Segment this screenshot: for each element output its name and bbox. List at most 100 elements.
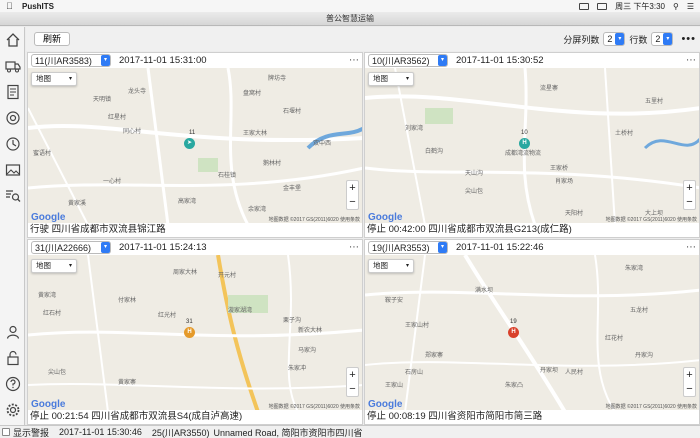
user-icon[interactable] — [4, 323, 21, 340]
map-type-select[interactable]: 地图 ▾ — [368, 259, 414, 273]
map-copyright[interactable]: 地图数据 ©2017 GS(2011)6020 使用条款 — [606, 403, 697, 410]
marker-number: 11 — [189, 130, 196, 136]
vehicle-select[interactable]: 19(川AR3553) ▾ — [368, 241, 448, 254]
chevron-down-icon: ▾ — [68, 76, 72, 82]
split-columns-select[interactable]: 2 ▾ — [603, 32, 626, 46]
map-type-select[interactable]: 地图 ▾ — [31, 72, 77, 86]
map-label: 红花村 — [605, 336, 624, 342]
truck-icon[interactable] — [4, 57, 21, 74]
map-label: 王家桥 — [550, 166, 569, 172]
map-type-select[interactable]: 地图 ▾ — [368, 72, 414, 86]
map-label: 付家林 — [118, 298, 137, 304]
zoom-out-button[interactable]: − — [684, 195, 695, 209]
map-label: 天山沟 — [465, 171, 484, 177]
menu-list-icon[interactable]: ☰ — [687, 2, 694, 11]
vehicle-marker-icon[interactable]: H — [508, 327, 519, 338]
chevron-down-icon: ▾ — [68, 263, 72, 269]
panel-status: 停止 00:21:54 四川省成都市双流县S4(成自泸高速) — [28, 410, 362, 424]
map-label: 栗子沟 — [283, 318, 302, 324]
map-label: 石堰村 — [283, 109, 302, 115]
vehicle-marker-icon[interactable]: H — [519, 138, 530, 149]
map-roads — [365, 68, 699, 225]
menubar-clock[interactable]: 周三 下午3:30 — [615, 1, 665, 12]
map-type-label: 地图 — [373, 74, 388, 83]
report-icon[interactable] — [4, 83, 21, 100]
map-label: 龙头寺 — [128, 89, 147, 95]
map-label: 刘家湾 — [405, 126, 424, 132]
map-panel-3: 31(川A22666) ▾ 2017-11-01 15:24:13 ⋯ 地图 ▾ 周… — [27, 239, 363, 425]
help-icon[interactable] — [4, 375, 21, 392]
map-copyright[interactable]: 地图数据 ©2017 GS(2011)6020 使用条款 — [269, 216, 360, 223]
image-icon[interactable] — [4, 161, 21, 178]
marker-number: 31 — [186, 319, 193, 325]
clock-icon[interactable] — [4, 135, 21, 152]
map-label: 人民村 — [565, 370, 584, 376]
map-type-label: 地图 — [36, 74, 51, 83]
lock-icon[interactable] — [4, 349, 21, 366]
refresh-button[interactable]: 刷新 — [34, 32, 71, 46]
map-panel-4: 19(川AR3553) ▾ 2017-11-01 15:22:46 ⋯ 地图 ▾ 朱… — [364, 239, 700, 425]
map-label: 鞍子安 — [385, 298, 404, 304]
rows-value: 2 — [655, 34, 661, 44]
split-columns-value: 2 — [607, 34, 613, 44]
zoom-in-button[interactable]: + — [684, 368, 695, 382]
map-label: 马家沟 — [298, 348, 317, 354]
rows-select[interactable]: 2 ▾ — [651, 32, 674, 46]
zoom-in-button[interactable]: + — [347, 181, 358, 195]
more-options-icon[interactable]: ••• — [681, 33, 696, 45]
map-view[interactable]: 地图 ▾ 周家大林 黄家湾 红石村 开元村 漩家湖湾 栗子沟 红光村 付家林 马家… — [28, 255, 362, 412]
google-logo: Google — [368, 399, 403, 410]
map-label: 五龙村 — [630, 308, 649, 314]
vehicle-plate: 19(川AR3553) — [372, 243, 430, 253]
map-label: 余家湾 — [248, 207, 267, 213]
chevron-down-icon: ▾ — [405, 76, 409, 82]
map-view[interactable]: 地图 ▾ 流星寨 五里村 成都湾流物流 土桥村 白鹤沟 天山沟 刘家湾 肖家场 王… — [365, 68, 699, 225]
panel-more-icon[interactable]: ⋯ — [686, 55, 696, 66]
chevron-down-icon: ▾ — [405, 263, 409, 269]
panel-more-icon[interactable]: ⋯ — [349, 55, 359, 66]
zoom-out-button[interactable]: − — [347, 382, 358, 396]
vehicle-marker-icon[interactable]: ➤ — [184, 138, 195, 149]
search-icon[interactable]: ⚲ — [673, 2, 679, 11]
search-list-icon[interactable] — [4, 187, 21, 204]
vehicle-select[interactable]: 11(川AR3583) ▾ — [31, 54, 111, 67]
map-copyright[interactable]: 地图数据 ©2017 GS(2011)6020 使用条款 — [269, 403, 360, 410]
map-label: 红光村 — [158, 313, 177, 319]
vehicle-marker-icon[interactable]: H — [184, 327, 195, 338]
map-label: 五里村 — [645, 99, 664, 105]
target-icon[interactable] — [4, 109, 21, 126]
map-type-select[interactable]: 地图 ▾ — [31, 259, 77, 273]
panel-more-icon[interactable]: ⋯ — [349, 242, 359, 253]
map-label: 漩家湖湾 — [228, 308, 253, 314]
zoom-control: + − — [346, 367, 359, 397]
panel-time: 2017-11-01 15:24:13 — [119, 242, 207, 253]
vehicle-plate: 31(川A22666) — [35, 243, 92, 253]
display-icon[interactable] — [579, 2, 590, 10]
map-label: 黄家溪 — [68, 201, 87, 207]
vehicle-select[interactable]: 31(川A22666) ▾ — [31, 241, 111, 254]
menubar-app-name[interactable]: PushITS — [22, 2, 54, 11]
google-logo: Google — [31, 212, 66, 223]
map-view[interactable]: 地图 ▾ 朱家湾 鞍子安 满水坝 王家山村 五龙村 郑家寨 石房山 王家山 丹家坝… — [365, 255, 699, 412]
zoom-out-button[interactable]: − — [684, 382, 695, 396]
map-label: 黄家湾 — [38, 293, 57, 299]
panel-time: 2017-11-01 15:31:00 — [119, 55, 207, 66]
vehicle-select[interactable]: 10(川AR3562) ▾ — [368, 54, 448, 67]
map-copyright[interactable]: 地图数据 ©2017 GS(2011)6020 使用条款 — [606, 216, 697, 223]
mac-menubar:  PushITS 周三 下午3:30 ⚲ ☰ — [0, 0, 700, 12]
panel-more-icon[interactable]: ⋯ — [686, 242, 696, 253]
map-label: 双中西 — [313, 141, 332, 147]
home-icon[interactable] — [4, 31, 21, 48]
map-label: 高家湾 — [178, 199, 197, 205]
map-label: 一心村 — [103, 179, 122, 185]
show-alarm-checkbox[interactable] — [2, 428, 10, 436]
map-view[interactable]: 地图 ▾ 天明镇 龙头寺 红星村 同心村 王家大林 石桂镇 鹅林村 高家湾 一心村… — [28, 68, 362, 225]
zoom-in-button[interactable]: + — [347, 368, 358, 382]
zoom-out-button[interactable]: − — [347, 195, 358, 209]
panel-header: 19(川AR3553) ▾ 2017-11-01 15:22:46 ⋯ — [365, 240, 699, 255]
battery-icon[interactable] — [597, 2, 608, 10]
zoom-in-button[interactable]: + — [684, 181, 695, 195]
show-alarm-label: 显示警报 — [13, 427, 50, 438]
settings-gear-icon[interactable] — [4, 401, 21, 418]
apple-icon[interactable]:  — [6, 2, 14, 11]
